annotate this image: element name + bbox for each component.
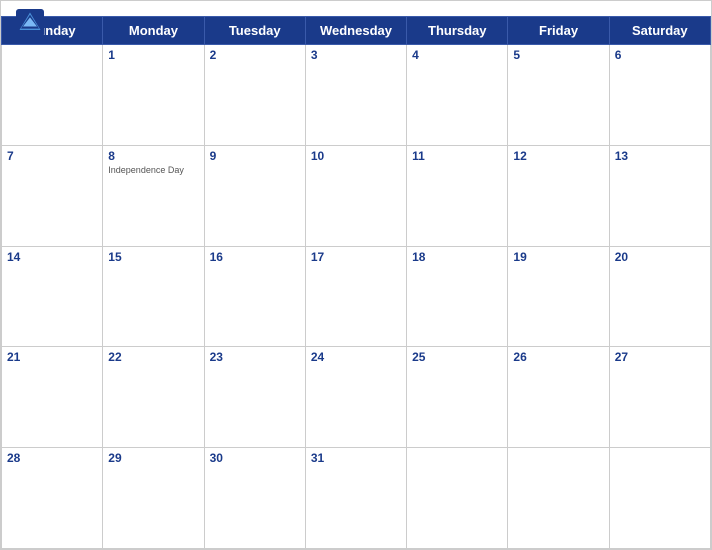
calendar-week-row: 123456: [2, 45, 711, 146]
day-number: 18: [412, 250, 502, 264]
event-label: Independence Day: [108, 165, 198, 175]
calendar-cell: 5: [508, 45, 609, 146]
day-number: 9: [210, 149, 300, 163]
calendar-cell: 23: [204, 347, 305, 448]
calendar-cell: 11: [407, 145, 508, 246]
day-number: 6: [615, 48, 705, 62]
calendar-cell: 1: [103, 45, 204, 146]
calendar-cell: 22: [103, 347, 204, 448]
weekday-header-saturday: Saturday: [609, 17, 710, 45]
day-number: 11: [412, 149, 502, 163]
calendar-cell: 27: [609, 347, 710, 448]
day-number: 31: [311, 451, 401, 465]
calendar-cell: 31: [305, 448, 406, 549]
day-number: 24: [311, 350, 401, 364]
day-number: 10: [311, 149, 401, 163]
calendar-cell: 28: [2, 448, 103, 549]
day-number: 2: [210, 48, 300, 62]
day-number: 28: [7, 451, 97, 465]
day-number: 4: [412, 48, 502, 62]
weekday-header-friday: Friday: [508, 17, 609, 45]
generalblue-logo-icon: [16, 9, 44, 37]
calendar-cell: 12: [508, 145, 609, 246]
day-number: 20: [615, 250, 705, 264]
calendar-cell: 21: [2, 347, 103, 448]
day-number: 17: [311, 250, 401, 264]
calendar-week-row: 14 15 16 17 18 19 20: [2, 246, 711, 347]
day-number: 1: [108, 48, 198, 62]
calendar-cell: 15: [103, 246, 204, 347]
day-number: 3: [311, 48, 401, 62]
day-number: 12: [513, 149, 603, 163]
calendar-container: SundayMondayTuesdayWednesdayThursdayFrid…: [0, 0, 712, 550]
day-number: 19: [513, 250, 603, 264]
calendar-cell: 6: [609, 45, 710, 146]
calendar-cell: 13: [609, 145, 710, 246]
calendar-cell: 8 Independence Day: [103, 145, 204, 246]
weekday-header-thursday: Thursday: [407, 17, 508, 45]
day-number: 21: [7, 350, 97, 364]
calendar-cell: 3: [305, 45, 406, 146]
day-number: 5: [513, 48, 603, 62]
day-number: 25: [412, 350, 502, 364]
calendar-week-row: 28 29 30 31: [2, 448, 711, 549]
day-number: 22: [108, 350, 198, 364]
calendar-cell: [609, 448, 710, 549]
day-number: 23: [210, 350, 300, 364]
calendar-week-row: 78 Independence Day 9 10 11 12 13: [2, 145, 711, 246]
day-number: 29: [108, 451, 198, 465]
calendar-cell: 7: [2, 145, 103, 246]
calendar-table: SundayMondayTuesdayWednesdayThursdayFrid…: [1, 16, 711, 549]
calendar-cell: 18: [407, 246, 508, 347]
weekday-header-tuesday: Tuesday: [204, 17, 305, 45]
calendar-cell: 9: [204, 145, 305, 246]
day-number: 15: [108, 250, 198, 264]
calendar-cell: 2: [204, 45, 305, 146]
calendar-cell: 30: [204, 448, 305, 549]
calendar-cell: 4: [407, 45, 508, 146]
day-number: 30: [210, 451, 300, 465]
day-number: 26: [513, 350, 603, 364]
calendar-cell: 19: [508, 246, 609, 347]
calendar-cell: 29: [103, 448, 204, 549]
calendar-cell: 24: [305, 347, 406, 448]
weekday-header-monday: Monday: [103, 17, 204, 45]
weekday-header-wednesday: Wednesday: [305, 17, 406, 45]
calendar-cell: 20: [609, 246, 710, 347]
calendar-cell: 14: [2, 246, 103, 347]
calendar-cell: [2, 45, 103, 146]
day-number: 14: [7, 250, 97, 264]
calendar-cell: [407, 448, 508, 549]
weekday-header-row: SundayMondayTuesdayWednesdayThursdayFrid…: [2, 17, 711, 45]
day-number: 27: [615, 350, 705, 364]
calendar-cell: 16: [204, 246, 305, 347]
calendar-week-row: 21 22 23 24 25 26 27: [2, 347, 711, 448]
day-number: 8: [108, 149, 198, 163]
calendar-cell: 25: [407, 347, 508, 448]
day-number: 16: [210, 250, 300, 264]
calendar-cell: 10: [305, 145, 406, 246]
logo-area: [16, 9, 47, 37]
day-number: 7: [7, 149, 97, 163]
calendar-cell: [508, 448, 609, 549]
calendar-cell: 26: [508, 347, 609, 448]
calendar-cell: 17: [305, 246, 406, 347]
calendar-header: [1, 1, 711, 16]
day-number: 13: [615, 149, 705, 163]
